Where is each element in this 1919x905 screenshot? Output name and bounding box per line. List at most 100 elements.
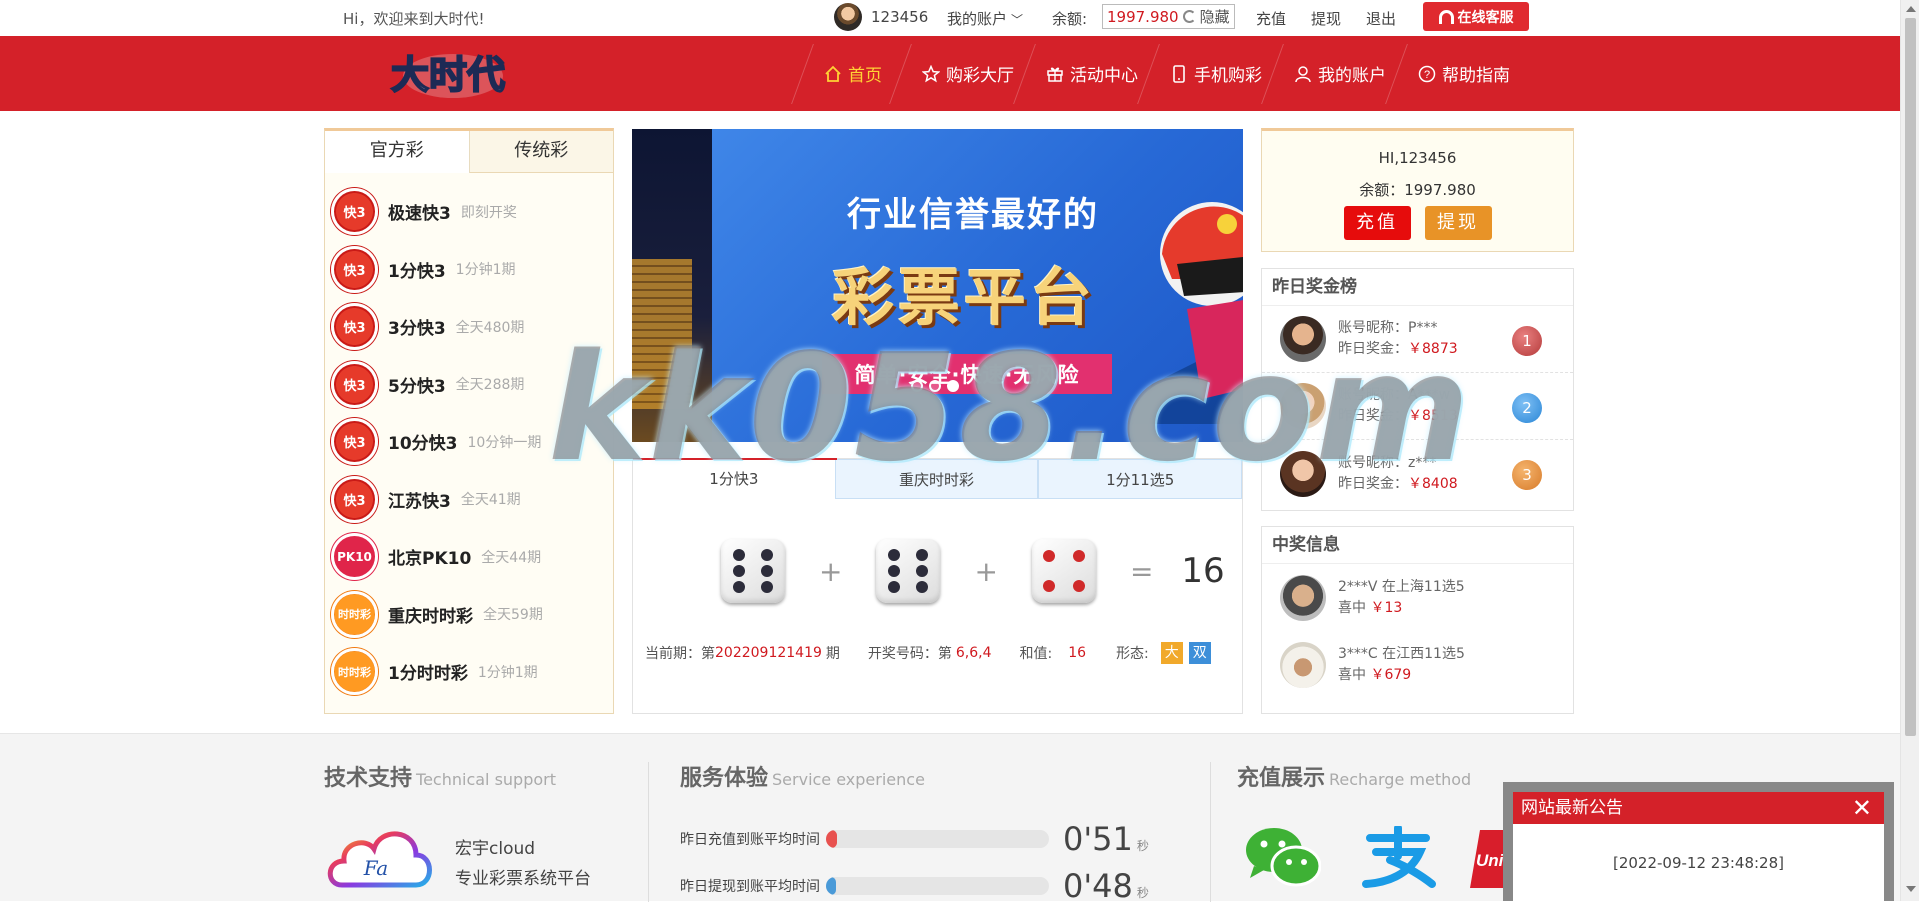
refresh-icon[interactable] [1182,10,1196,23]
plus-sign: + [974,554,998,588]
nav-item-help[interactable]: ? 帮助指南 [1404,36,1524,111]
tab-official[interactable]: 官方彩 [325,131,470,173]
amount-label: 昨日奖金： [1338,408,1408,424]
current-issue-label: 当前期：第 [645,646,715,662]
even-badge: 双 [1188,642,1211,664]
list-item: 2***V 在上海11选5 喜中 ￥13 [1262,564,1573,631]
banner-ribbon: 简单·安全·快速·无风险 [822,354,1112,394]
rank-info: 账号昵称：z*** 昨日奖金：￥8408 [1338,453,1458,495]
user-greeting: HI,123456 [1378,149,1457,167]
progress-bar [826,830,1049,848]
promo-banner[interactable]: 行业信誉最好的 彩票平台 简单·安全·快速·无风险 [632,129,1243,442]
tab-1min-11x5[interactable]: 1分11选5 [1038,459,1243,499]
winners-title: 中奖信息 [1262,527,1573,564]
nav-item-home[interactable]: 首页 [810,36,896,111]
tab-1min-k3[interactable]: 1分快3 [633,459,835,499]
ranking-title: 昨日奖金榜 [1262,269,1573,306]
chevron-down-icon: ﹀ [1011,13,1024,27]
notice-body: 网站最新公告 ✕ [2022-09-12 23:48:28] [1513,792,1884,901]
nav-item-label: 首页 [848,66,882,86]
logo[interactable]: 大时代 [383,42,508,104]
rank-badge: 3 [1512,460,1542,490]
list-item[interactable]: 时时彩 1分时时彩 1分钟1期 [325,643,613,701]
recharge-methods-en: Recharge method [1329,770,1472,789]
game-name: 5分快3 [388,376,446,397]
nav-item-label: 帮助指南 [1442,66,1510,86]
equals-sign: = [1129,554,1154,588]
game-desc: 全天288期 [455,377,525,394]
nav-item-account[interactable]: 我的账户 [1280,36,1400,111]
avatar [1280,641,1326,688]
issue-suffix: 期 [825,646,840,662]
game-list: 快3 极速快3 即刻开奖 快3 1分快3 1分钟1期 快3 3分快3 全天480期 快3 5分… [325,173,613,701]
result-tabs: 1分快3 重庆时时彩 1分11选5 [633,458,1243,499]
carousel-dot[interactable] [911,380,923,392]
speed-label: 昨日充值到账平均时间 [680,832,820,848]
avatar [1280,383,1326,429]
hide-balance-button[interactable]: 隐藏 [1200,6,1230,27]
table-row: 账号昵称：P*** 昨日奖金：￥8873 1 [1262,306,1573,373]
withdraw-link[interactable]: 提现 [1311,8,1341,29]
pk10-icon: PK10 [331,533,378,581]
game-desc: 全天59期 [483,607,543,624]
list-item[interactable]: 快3 江苏快3 全天41期 [325,471,613,529]
withdraw-button[interactable]: 提现 [1424,206,1492,240]
big-badge: 大 [1160,642,1183,664]
game-name: 3分快3 [388,319,446,340]
carousel-dot[interactable] [929,380,941,392]
nav-item-mobile[interactable]: 手机购彩 [1156,36,1276,111]
list-item[interactable]: 快3 10分快3 10分钟一期 [325,413,613,471]
balance-box: 1997.980 隐藏 [1102,4,1235,29]
list-item[interactable]: 快3 3分快3 全天480期 [325,298,613,356]
nick-label: 账号昵称： [1338,454,1408,471]
draw-numbers: 6,6,4 [955,645,992,661]
close-icon[interactable]: ✕ [1852,792,1872,824]
cloud-desc: 专业彩票系统平台 [455,869,591,889]
dice-icon [1031,539,1096,603]
dice-icon [721,539,785,603]
list-item[interactable]: PK10 北京PK10 全天44期 [325,528,613,586]
carousel-dot[interactable] [947,380,959,392]
amount: ￥8513 [1408,408,1458,424]
list-item[interactable]: 快3 1分快3 1分钟1期 [325,241,613,299]
scroll-down-icon[interactable] [1906,886,1916,892]
ssc-icon: 时时彩 [331,590,378,638]
tab-chongqing-ssc[interactable]: 重庆时时彩 [834,459,1039,499]
account-menu[interactable]: 我的账户 ﹀ [947,8,1023,29]
user-icon [1295,65,1311,82]
nick-label: 账号昵称： [1338,387,1408,403]
recharge-button[interactable]: 充值 [1343,206,1411,240]
table-row: 账号昵称：A***w 昨日奖金：￥8513 2 [1262,373,1573,440]
recharge-link[interactable]: 充值 [1256,8,1286,29]
nav-item-lottery-hall[interactable]: 购彩大厅 [908,36,1028,111]
game-name: 北京PK10 [388,549,472,570]
banner-prev-slide [632,129,712,442]
nav-items: 首页 购彩大厅 活动中心 手机购彩 我的账户 ? 帮助指南 [810,36,1524,111]
rank-badge: 1 [1512,326,1542,356]
winner-who: 2***V 在上海11选5 [1338,578,1465,595]
service-title: 服务体验 Service experience [680,766,925,791]
lottery-tabs: 官方彩 传统彩 [325,131,613,173]
list-item[interactable]: 快3 5分快3 全天288期 [325,356,613,414]
online-service-button[interactable]: 在线客服 [1423,2,1529,31]
current-issue: 202209121419 [715,645,822,661]
cloud-logo-icon[interactable]: Fa [324,819,436,891]
withdraw-speed-row: 昨日提现到账平均时间 0'48 秒 [680,867,1149,905]
list-item[interactable]: 快3 极速快3 即刻开奖 [325,183,613,241]
won-label: 喜中 [1338,599,1366,616]
scroll-thumb[interactable] [1905,18,1916,736]
avatar[interactable] [834,3,862,31]
list-item[interactable]: 时时彩 重庆时时彩 全天59期 [325,586,613,644]
tab-traditional[interactable]: 传统彩 [469,131,613,173]
service-en: Service experience [772,770,925,789]
scroll-up-icon[interactable] [1906,6,1916,12]
notice-time: [2022-09-12 23:48:28] [1612,854,1784,872]
nav-item-activities[interactable]: 活动中心 [1032,36,1152,111]
help-icon: ? [1418,65,1436,82]
speed-value: 0'48 [1063,867,1133,905]
nick: P*** [1408,320,1438,336]
scrollbar[interactable] [1900,0,1919,901]
logout-link[interactable]: 退出 [1366,8,1396,29]
dice-sum: 16 [1181,551,1225,591]
tech-support-title: 技术支持 Technical support [324,766,556,791]
